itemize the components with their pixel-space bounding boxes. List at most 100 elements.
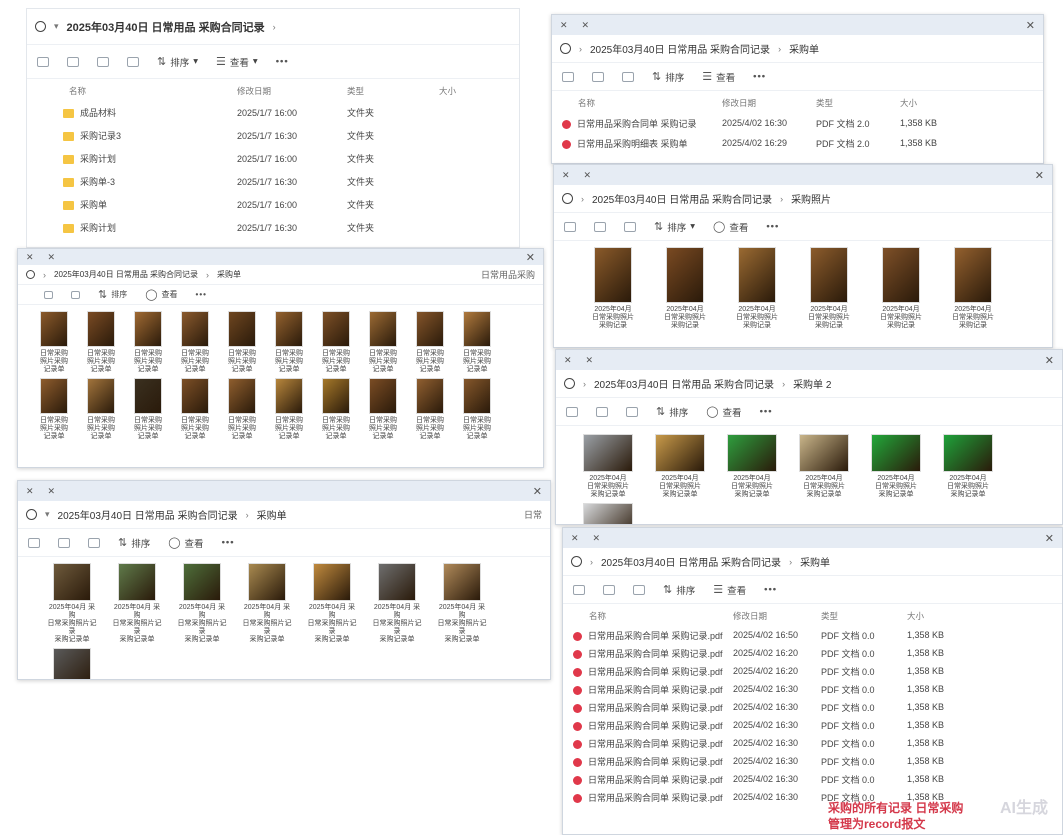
photo-thumbnail[interactable] bbox=[181, 378, 209, 414]
col-type[interactable]: 类型 bbox=[821, 610, 907, 622]
photo-thumbnail[interactable] bbox=[594, 247, 632, 303]
pdf-row[interactable]: 日常用品采购合同单 采购记录.pdf 2025/4/02 16:30 PDF 文档 … bbox=[563, 716, 1062, 734]
address-path[interactable]: 2025年03月40日 日常用品 采购合同记录 bbox=[592, 191, 772, 206]
copy-icon[interactable] bbox=[594, 221, 606, 232]
close-icon[interactable]: ✕ bbox=[526, 251, 535, 264]
photo-thumbnail[interactable] bbox=[583, 503, 633, 524]
copy-icon[interactable] bbox=[97, 56, 109, 67]
copy-icon[interactable] bbox=[596, 406, 608, 417]
cut-icon[interactable] bbox=[573, 584, 585, 595]
more-options-icon[interactable]: ••• bbox=[753, 71, 766, 82]
address-bar[interactable]: › 2025年03月40日 日常用品 采购合同记录 › 采购照片 bbox=[554, 185, 1052, 213]
tab-close-icon[interactable]: ✕ bbox=[593, 533, 601, 544]
sort-button[interactable]: ⇅ 排序 ▾ bbox=[654, 220, 695, 234]
thumbnail-item[interactable]: 2025年04月 日常采购照片 采购记录 bbox=[800, 247, 858, 330]
col-size[interactable]: 大小 bbox=[900, 97, 980, 109]
photo-thumbnail[interactable] bbox=[943, 434, 993, 472]
thumbnail-item[interactable]: 日常采购 照片采购 记录单 bbox=[459, 311, 495, 374]
pdf-row[interactable]: 日常用品采购合同单 采购记录.pdf 2025/4/02 16:20 PDF 文档 … bbox=[563, 662, 1062, 680]
thumbnail-item[interactable]: 2025年04月 采购 日常采购照片记录 采购记录单 bbox=[111, 563, 163, 644]
photo-thumbnail[interactable] bbox=[183, 563, 221, 601]
cut-icon[interactable] bbox=[562, 71, 574, 82]
photo-thumbnail[interactable] bbox=[666, 247, 704, 303]
thumbnail-item[interactable]: 2025年04月 采购 日常采购照片记录 采购记录单 bbox=[46, 648, 98, 679]
photo-thumbnail[interactable] bbox=[583, 434, 633, 472]
sort-button[interactable]: ⇅ 排序 ▾ bbox=[157, 55, 198, 69]
thumbnail-item[interactable]: 2025年04月 日常采购照片 采购记录 bbox=[584, 247, 642, 330]
col-size[interactable]: 大小 bbox=[907, 610, 987, 622]
photo-thumbnail[interactable] bbox=[369, 311, 397, 347]
thumbnail-item[interactable]: 2025年04月 日常采购照片 采购记录单 bbox=[650, 434, 710, 499]
thumbnail-item[interactable]: 2025年04月 日常采购照片 采购记录单 bbox=[722, 434, 782, 499]
thumbnail-item[interactable]: 日常采购 照片采购 记录单 bbox=[177, 378, 213, 441]
photo-thumbnail[interactable] bbox=[738, 247, 776, 303]
thumbnail-item[interactable]: 2025年04月 日常采购照片 采购记录 bbox=[656, 247, 714, 330]
close-icon[interactable]: ✕ bbox=[1045, 532, 1054, 545]
photo-thumbnail[interactable] bbox=[228, 311, 256, 347]
refresh-icon[interactable] bbox=[571, 556, 582, 567]
folder-row[interactable]: 成品材料 2025/1/7 16:00 文件夹 bbox=[27, 101, 519, 124]
sort-button[interactable]: ⇅ 排序 bbox=[656, 405, 688, 419]
pin-icon[interactable]: ✕ bbox=[26, 252, 34, 263]
thumbnail-item[interactable]: 日常采购 照片采购 记录单 bbox=[271, 311, 307, 374]
pdf-row[interactable]: 日常用品采购合同单 采购记录.pdf 2025/4/02 16:30 PDF 文档 … bbox=[563, 698, 1062, 716]
chevron-right-icon[interactable]: › bbox=[273, 22, 276, 32]
pdf-row[interactable]: 日常用品采购合同单 采购记录.pdf 2025/4/02 16:30 PDF 文档 … bbox=[563, 680, 1062, 698]
address-path[interactable]: 2025年03月40日 日常用品 采购合同记录 bbox=[590, 41, 770, 56]
photo-thumbnail[interactable] bbox=[463, 311, 491, 347]
address-bar[interactable]: › 2025年03月40日 日常用品 采购合同记录 › 采购单 日常用品采购 bbox=[18, 265, 543, 285]
col-name[interactable]: 名称 bbox=[37, 85, 237, 97]
folder-row[interactable]: 采购计划 2025/1/7 16:00 文件夹 bbox=[27, 147, 519, 170]
tab-close-icon[interactable]: ✕ bbox=[48, 252, 56, 263]
view-button[interactable]: ◯ 查看 bbox=[168, 536, 203, 550]
photo-thumbnail[interactable] bbox=[53, 648, 91, 679]
more-options-icon[interactable]: ••• bbox=[222, 537, 235, 548]
refresh-icon[interactable] bbox=[26, 509, 37, 520]
close-icon[interactable]: ✕ bbox=[533, 485, 542, 498]
folder-row[interactable]: 采购单 2025/1/7 16:00 文件夹 bbox=[27, 193, 519, 216]
pdf-row[interactable]: 日常用品采购合同单 采购记录.pdf 2025/4/02 16:30 PDF 文档 … bbox=[563, 752, 1062, 770]
thumbnail-item[interactable]: 日常采购 照片采购 记录单 bbox=[365, 311, 401, 374]
address-path[interactable]: 2025年03月40日 日常用品 采购合同记录 bbox=[54, 269, 198, 280]
address-folder[interactable]: 采购单 bbox=[789, 41, 819, 56]
photo-thumbnail[interactable] bbox=[810, 247, 848, 303]
photo-thumbnail[interactable] bbox=[313, 563, 351, 601]
copy-icon[interactable] bbox=[58, 537, 70, 548]
thumbnail-item[interactable]: 2025年04月 日常采购照片 采购记录单 bbox=[866, 434, 926, 499]
address-folder[interactable]: 采购单 bbox=[800, 554, 830, 569]
thumbnail-item[interactable]: 日常采购 照片采购 记录单 bbox=[130, 311, 166, 374]
photo-thumbnail[interactable] bbox=[118, 563, 156, 601]
address-bar[interactable]: › 2025年03月40日 日常用品 采购合同记录 › 采购单 bbox=[552, 35, 1043, 63]
paste-icon[interactable] bbox=[633, 584, 645, 595]
cut-icon[interactable] bbox=[28, 537, 40, 548]
more-options-icon[interactable]: ••• bbox=[760, 406, 773, 417]
paste-icon[interactable] bbox=[127, 56, 139, 67]
close-icon[interactable]: ✕ bbox=[1045, 354, 1054, 367]
pin-icon[interactable]: ✕ bbox=[560, 20, 568, 31]
photo-thumbnail[interactable] bbox=[228, 378, 256, 414]
sort-button[interactable]: ⇅ 排序 bbox=[118, 536, 150, 550]
refresh-icon[interactable] bbox=[26, 270, 35, 279]
tab-close-icon[interactable]: ✕ bbox=[584, 170, 592, 181]
thumbnail-item[interactable]: 2025年04月 日常采购照片 采购记录 bbox=[728, 247, 786, 330]
address-path[interactable]: 2025年03月40日 日常用品 采购合同记录 bbox=[67, 19, 265, 35]
thumbnail-item[interactable]: 日常采购 照片采购 记录单 bbox=[271, 378, 307, 441]
refresh-icon[interactable] bbox=[35, 21, 46, 32]
photo-thumbnail[interactable] bbox=[87, 311, 115, 347]
sort-button[interactable]: ⇅ 排序 bbox=[663, 583, 695, 597]
more-options-icon[interactable]: ••• bbox=[276, 56, 289, 67]
folder-row[interactable]: 采购单-3 2025/1/7 16:30 文件夹 bbox=[27, 170, 519, 193]
thumbnail-item[interactable]: 2025年04月 采购 日常采购照片记录 采购记录单 bbox=[436, 563, 488, 644]
col-name[interactable]: 名称 bbox=[573, 610, 733, 622]
paste-icon[interactable] bbox=[622, 71, 634, 82]
col-date[interactable]: 修改日期 bbox=[237, 85, 347, 97]
address-path[interactable]: 2025年03月40日 日常用品 采购合同记录 bbox=[58, 507, 238, 522]
address-bar[interactable]: ▾ 2025年03月40日 日常用品 采购合同记录 › 采购单 日常 bbox=[18, 501, 550, 529]
photo-thumbnail[interactable] bbox=[727, 434, 777, 472]
thumbnail-item[interactable]: 日常采购 照片采购 记录单 bbox=[36, 378, 72, 441]
address-folder[interactable]: 采购照片 bbox=[791, 191, 831, 206]
thumbnail-item[interactable]: 日常采购 照片采购 记录单 bbox=[83, 378, 119, 441]
photo-thumbnail[interactable] bbox=[53, 563, 91, 601]
photo-thumbnail[interactable] bbox=[416, 378, 444, 414]
thumbnail-item[interactable]: 2025年04月 日常采购照片 采购记录单 bbox=[578, 503, 638, 524]
